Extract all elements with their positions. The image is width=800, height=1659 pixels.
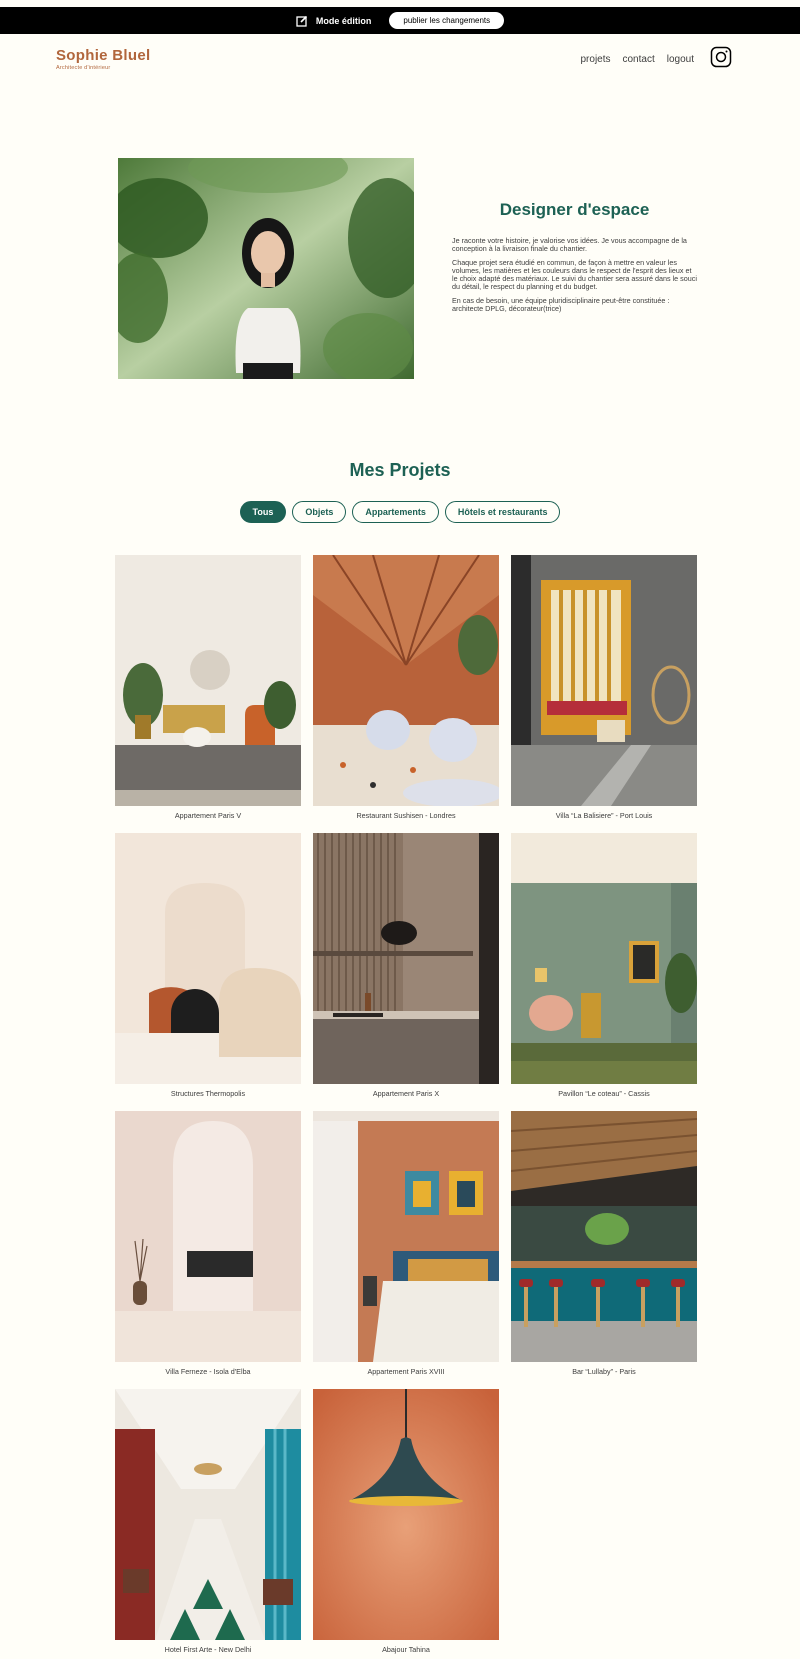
project-gallery: Appartement Paris V Restaurant Sushisen … <box>115 555 697 1659</box>
intro-title: Designer d'espace <box>499 200 650 219</box>
project-image <box>511 555 697 806</box>
project-image <box>313 1111 499 1362</box>
project-card[interactable]: Pavillon “Le coteau” - Cassis <box>511 833 697 1111</box>
project-caption: Structures Thermopolis <box>170 1089 246 1098</box>
nav-logout[interactable]: logout <box>667 54 694 65</box>
edit-mode-bar: Mode édition publier les changements <box>0 7 800 34</box>
architect-portrait <box>118 158 414 379</box>
project-card[interactable]: Villa Ferneze - Isola d'Elba <box>115 1111 301 1389</box>
edit-mode-indicator: Mode édition <box>296 15 372 27</box>
project-caption: Villa “La Balisiere” - Port Louis <box>555 811 653 820</box>
project-image <box>115 555 301 806</box>
filter-hotels-restaurants[interactable]: Hôtels et restaurants <box>444 501 561 523</box>
filter-tous[interactable]: Tous <box>239 501 287 523</box>
intro-section: Designer d'espace Je raconte votre histo… <box>452 200 697 318</box>
project-card[interactable]: Abajour Tahina <box>313 1389 499 1659</box>
pen-square-icon <box>296 15 308 27</box>
project-image <box>115 1389 301 1640</box>
projects-title: Mes Projets <box>349 460 451 480</box>
project-caption: Bar “Lullaby” - Paris <box>572 1367 636 1376</box>
project-caption: Hotel First Arte - New Delhi <box>164 1645 252 1654</box>
intro-paragraph: En cas de besoin, une équipe pluridiscip… <box>452 295 670 313</box>
project-image <box>511 1111 697 1362</box>
intro-paragraph: Chaque projet sera étudié en commun, de … <box>452 257 697 292</box>
project-image <box>511 833 697 1084</box>
intro-paragraph: Je raconte votre histoire, je valorise v… <box>452 236 687 254</box>
project-card[interactable]: Appartement Paris XVIII <box>313 1111 499 1389</box>
project-card[interactable]: Restaurant Sushisen - Londres <box>313 555 499 833</box>
nav-contact[interactable]: contact <box>623 54 655 65</box>
project-caption: Villa Ferneze - Isola d'Elba <box>165 1367 251 1376</box>
filter-objets[interactable]: Objets <box>292 501 347 523</box>
project-caption: Appartement Paris XVIII <box>367 1367 445 1376</box>
project-filters: Tous Objets Appartements Hôtels et resta… <box>0 501 800 523</box>
project-caption: Pavillon “Le coteau” - Cassis <box>558 1089 650 1098</box>
publish-changes-button[interactable]: publier les changements <box>389 12 505 29</box>
project-image <box>115 833 301 1084</box>
nav-projets[interactable]: projets <box>580 54 610 65</box>
project-image <box>313 833 499 1084</box>
project-card[interactable]: Hotel First Arte - New Delhi <box>115 1389 301 1659</box>
project-card[interactable]: Villa “La Balisiere” - Port Louis <box>511 555 697 833</box>
project-caption: Restaurant Sushisen - Londres <box>356 811 456 820</box>
project-card[interactable]: Appartement Paris X <box>313 833 499 1111</box>
instagram-icon[interactable] <box>706 46 732 73</box>
filter-appartements[interactable]: Appartements <box>352 501 439 523</box>
logo-subtitle: Architecte d'intérieur <box>56 65 111 71</box>
project-card[interactable]: Appartement Paris V <box>115 555 301 833</box>
logo[interactable]: Sophie Bluel Architecte d'intérieur <box>56 47 150 71</box>
project-card[interactable]: Bar “Lullaby” - Paris <box>511 1111 697 1389</box>
edit-mode-label: Mode édition <box>315 15 372 26</box>
main-nav: projets contact logout <box>580 46 732 73</box>
project-caption: Appartement Paris X <box>372 1089 440 1098</box>
project-caption: Abajour Tahina <box>382 1645 430 1654</box>
project-image <box>313 555 499 806</box>
site-header: Sophie Bluel Architecte d'intérieur proj… <box>56 44 732 74</box>
logo-name: Sophie Bluel <box>56 47 151 64</box>
project-image <box>313 1389 499 1640</box>
project-caption: Appartement Paris V <box>174 811 242 820</box>
project-image <box>115 1111 301 1362</box>
project-card[interactable]: Structures Thermopolis <box>115 833 301 1111</box>
